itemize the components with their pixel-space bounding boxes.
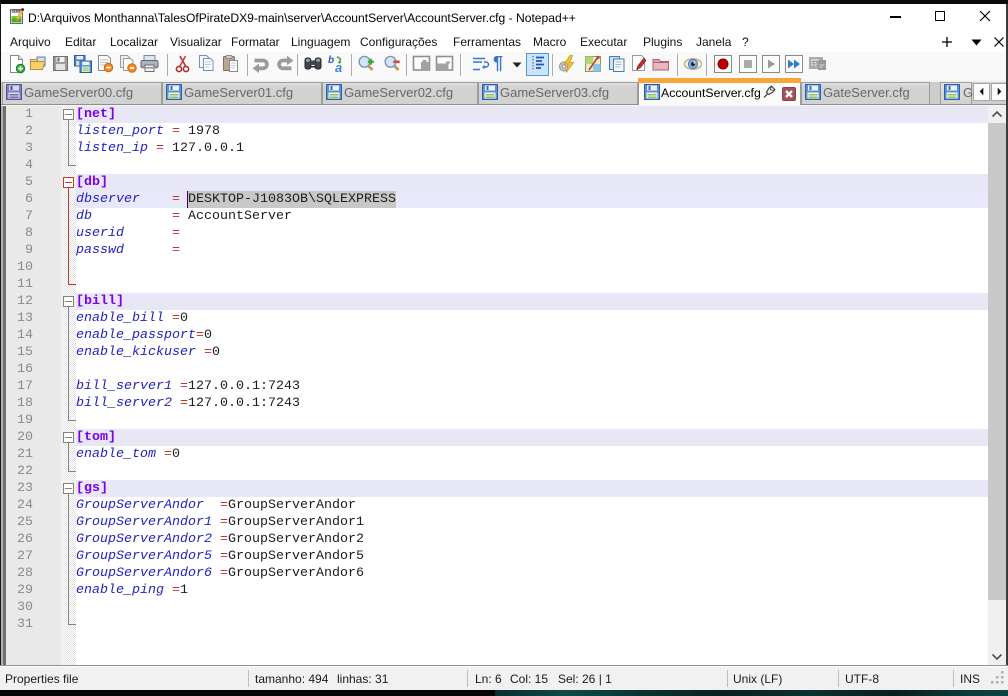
svg-text:b: b: [328, 55, 334, 66]
